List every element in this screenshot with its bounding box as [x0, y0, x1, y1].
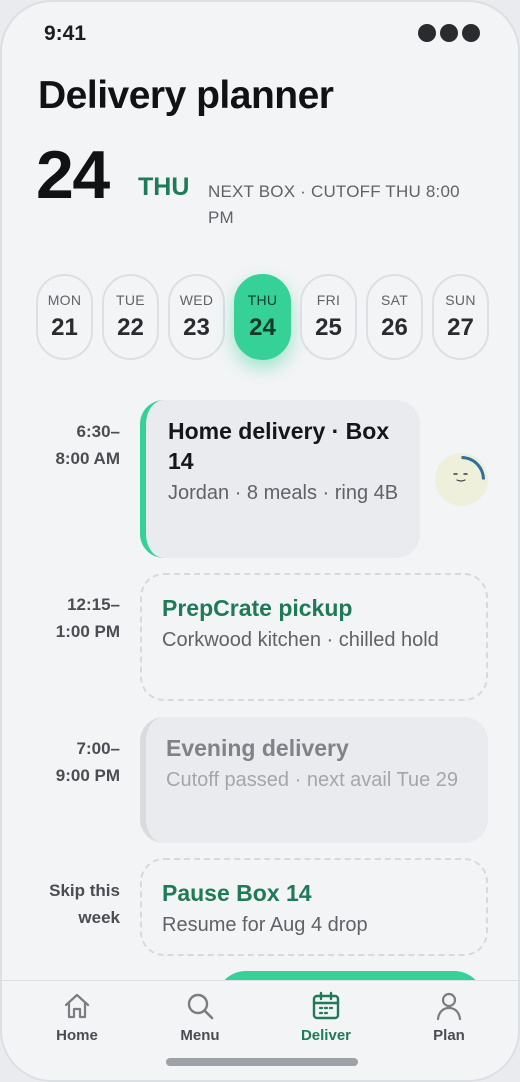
status-dot: [418, 24, 436, 42]
calendar-icon: [312, 991, 340, 1020]
day-label: FRI: [316, 292, 341, 308]
cutoff-info: NEXT BOX · CUTOFF THU 8:00 PM: [208, 182, 460, 227]
slot-time-pickup: 12:15– 1:00 PM: [55, 595, 120, 641]
home-icon: [64, 993, 90, 1019]
day-label: THU: [247, 292, 278, 308]
day-number: 23: [183, 314, 210, 341]
slot-time-skip: Skip this week: [49, 881, 120, 927]
day-label: SAT: [380, 292, 409, 308]
phone-frame: 9:41 Delivery planner 24 THU NEXT BOX · …: [0, 0, 520, 1082]
evening-delivery-details: Cutoff passed · next avail Tue 29: [166, 769, 459, 791]
selected-date-number: 24: [36, 137, 110, 213]
status-dot: [462, 24, 480, 42]
person-icon: [436, 992, 462, 1021]
pickup-details: Corkwood kitchen · chilled hold: [162, 629, 439, 651]
home-delivery-title: Home delivery · Box 14: [168, 418, 390, 474]
day-number: 26: [381, 314, 408, 341]
day-label: MON: [47, 292, 82, 308]
search-icon: [187, 993, 214, 1020]
day-mon[interactable]: MON 21: [36, 274, 93, 360]
pause-box-card[interactable]: Pause Box 14 Resume for Aug 4 drop: [140, 858, 488, 956]
evening-delivery-title: Evening delivery: [166, 735, 349, 761]
day-wed[interactable]: WED 23: [168, 274, 225, 360]
selected-day-name: THU: [138, 173, 190, 201]
home-indicator: [166, 1058, 358, 1066]
nav-deliver-label: Deliver: [300, 1027, 352, 1044]
status-dot: [440, 24, 458, 42]
day-number: 22: [117, 314, 144, 341]
nav-deliver[interactable]: Deliver: [271, 991, 381, 1044]
pickup-title: PrepCrate pickup: [162, 595, 353, 621]
day-number: 25: [315, 314, 342, 341]
evening-delivery-card: Evening delivery Cutoff passed · next av…: [140, 717, 488, 843]
pickup-card[interactable]: PrepCrate pickup Corkwood kitchen · chil…: [140, 573, 488, 701]
avatar-face-icon: [438, 456, 485, 503]
nav-home[interactable]: Home: [22, 991, 132, 1044]
home-delivery-card[interactable]: Home delivery · Box 14 Jordan · 8 meals …: [140, 400, 420, 558]
slot-time-evening: 7:00– 9:00 PM: [55, 739, 120, 785]
avatar[interactable]: [435, 453, 488, 506]
status-indicators: [418, 24, 480, 42]
day-number: 21: [51, 314, 78, 341]
day-label: WED: [179, 292, 214, 308]
pause-details: Resume for Aug 4 drop: [162, 914, 368, 936]
status-time: 9:41: [44, 22, 87, 45]
day-number: 27: [447, 314, 474, 341]
nav-menu[interactable]: Menu: [145, 991, 255, 1044]
page-title: Delivery planner: [38, 74, 334, 117]
nav-home-label: Home: [56, 1027, 98, 1044]
day-sat[interactable]: SAT 26: [366, 274, 423, 360]
day-label: TUE: [116, 292, 145, 308]
nav-plan[interactable]: Plan: [394, 991, 504, 1044]
day-fri[interactable]: FRI 25: [300, 274, 357, 360]
bottom-nav: Home Menu Deliver Plan: [2, 980, 518, 1080]
home-delivery-details: Jordan · 8 meals · ring 4B: [168, 482, 399, 504]
day-tue[interactable]: TUE 22: [102, 274, 159, 360]
day-thu[interactable]: THU 24: [234, 274, 291, 360]
nav-plan-label: Plan: [433, 1027, 465, 1044]
nav-menu-label: Menu: [180, 1027, 220, 1044]
slot-time-home: 6:30– 8:00 AM: [55, 422, 120, 468]
day-selector: MON 21 TUE 22 WED 23 THU 24 FRI 25 SAT 2…: [36, 274, 489, 360]
day-sun[interactable]: SUN 27: [432, 274, 489, 360]
day-number: 24: [249, 314, 276, 341]
day-label: SUN: [445, 292, 476, 308]
pause-title: Pause Box 14: [162, 880, 312, 906]
